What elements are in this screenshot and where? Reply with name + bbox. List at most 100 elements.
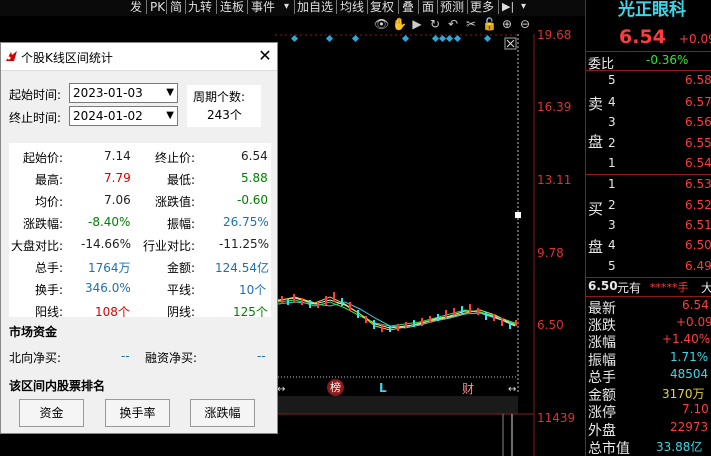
menu-item-fa[interactable]: 发 <box>130 0 142 14</box>
order-tail: 大 <box>701 281 711 295</box>
stat-key: 换手: <box>35 283 64 297</box>
menu-item-add-watchlist[interactable]: 加自选 <box>297 0 333 14</box>
buy-label: 买 <box>588 200 604 218</box>
current-price: 6.54 <box>619 26 666 48</box>
lock-icon[interactable]: 🔓 <box>482 17 497 31</box>
menu-item-jiuzhuan[interactable]: 九转 <box>188 0 212 14</box>
menu-item-pk[interactable]: PK <box>150 0 165 14</box>
stat-key: 行业对比: <box>143 239 196 253</box>
stat-label: 总市值 <box>588 441 630 456</box>
menu-separator <box>336 0 337 14</box>
menu-item-face[interactable]: 面 <box>422 0 434 14</box>
menu-separator <box>146 0 147 14</box>
stat-key: 阴线: <box>167 305 196 319</box>
north-value: -- <box>121 349 130 363</box>
order-stars: *****手 <box>650 281 689 294</box>
dialog-title-bar[interactable]: 个股K线区间统计 ✕ <box>1 43 277 71</box>
divider <box>586 70 711 71</box>
buy-price[interactable]: 6.50 <box>685 238 711 252</box>
kline-chart[interactable]: 19.68 16.39 13.11 9.78 6.50 11439 榜 L 财 … <box>275 28 585 456</box>
price-label: 19.68 <box>537 28 572 42</box>
stat-key: 大盘对比: <box>11 239 64 253</box>
stat-value: 5.88 <box>241 171 268 185</box>
buy-price[interactable]: 6.49 <box>685 259 711 273</box>
price-label: 13.11 <box>537 173 572 187</box>
stat-value: -14.66% <box>81 237 132 251</box>
stat-value: 6.54 <box>241 149 268 163</box>
menu-item-overlay[interactable]: 叠 <box>402 0 414 14</box>
marker-bang[interactable]: 榜 <box>327 379 344 396</box>
undo-icon[interactable]: ↶ <box>446 17 460 31</box>
stat-value: 26.75% <box>223 215 269 229</box>
marker-cai[interactable]: 财 <box>462 380 474 397</box>
buy-price[interactable]: 6.51 <box>685 218 711 232</box>
rank-by-turnover-button[interactable]: 换手率 <box>105 399 170 427</box>
stat-key: 最高: <box>35 173 64 187</box>
dropdown-arrow-icon[interactable]: ▾ <box>521 0 526 14</box>
stat-value: 1.71% <box>670 350 709 364</box>
start-date-value: 2023-01-03 <box>73 86 143 100</box>
menu-item-events[interactable]: 事件 <box>251 0 275 14</box>
top-menu-bar: 发 PK 简 九转 连板 事件 ▾ 加自选 均线 复权 叠 面 预测 更多 ▶|… <box>0 0 585 16</box>
close-icon[interactable]: ✕ <box>256 47 274 65</box>
zoom-in-icon[interactable]: ⊕ <box>500 17 514 31</box>
zoom-out-icon[interactable]: ⊖ <box>518 17 532 31</box>
scroll-right-icon[interactable]: ↔ <box>508 384 516 395</box>
start-date-select[interactable]: 2023-01-03 ▼ <box>69 83 178 103</box>
menu-item-jian[interactable]: 简 <box>170 0 182 14</box>
sell-price[interactable]: 6.58 <box>685 73 711 87</box>
stat-value: 6.54 <box>682 298 709 312</box>
stat-key: 阳线: <box>35 305 64 319</box>
buy-level: 3 <box>608 218 616 232</box>
buy-price[interactable]: 6.53 <box>685 177 711 191</box>
marker-l[interactable]: L <box>379 381 387 395</box>
market-funds-title: 市场资金 <box>9 325 58 339</box>
stat-key: 起始价: <box>23 151 64 165</box>
sell-price[interactable]: 6.54 <box>685 156 711 170</box>
end-date-select[interactable]: 2024-01-02 ▼ <box>69 106 178 126</box>
dropdown-arrow-icon[interactable]: ▾ <box>284 0 289 14</box>
divider <box>586 174 711 175</box>
divider <box>586 51 711 52</box>
sell-price[interactable]: 6.56 <box>685 115 711 129</box>
sell-price[interactable]: 6.57 <box>685 95 711 109</box>
margin-value: -- <box>257 349 266 363</box>
buy-level: 4 <box>608 238 616 252</box>
hand-icon[interactable]: ✋ <box>392 17 407 31</box>
stat-key: 涨跌值: <box>155 195 196 209</box>
sell-price[interactable]: 6.55 <box>685 136 711 150</box>
stat-value: +0.09 <box>676 315 711 329</box>
end-time-label: 终止时间: <box>9 111 62 125</box>
stat-label: 外盘 <box>588 423 616 439</box>
stat-value: 48504 <box>670 367 709 381</box>
menu-item-fuquan[interactable]: 复权 <box>370 0 394 14</box>
event-marker <box>483 34 492 43</box>
menu-separator <box>185 0 186 14</box>
menu-item-lianban[interactable]: 连板 <box>220 0 244 14</box>
refresh-icon[interactable]: ↻ <box>428 17 442 31</box>
sell-level: 3 <box>608 115 616 129</box>
rank-by-change-button[interactable]: 涨跌幅 <box>190 399 255 427</box>
menu-separator <box>166 0 167 14</box>
scissors-icon[interactable]: ✂ <box>464 17 478 31</box>
menu-item-forecast[interactable]: 预测 <box>440 0 464 14</box>
event-marker <box>290 34 299 43</box>
divider <box>586 277 711 278</box>
eye-icon[interactable]: 👁 <box>374 17 389 31</box>
stock-name: 光正眼科 <box>618 0 686 20</box>
stat-value: 7.14 <box>104 149 131 163</box>
period-count-label: 周期个数: <box>193 90 246 104</box>
menu-item-more[interactable]: 更多 <box>470 0 494 14</box>
stat-key: 均价: <box>35 195 64 209</box>
menu-item-ma[interactable]: 均线 <box>340 0 364 14</box>
order-text: 元有 <box>617 281 642 295</box>
rank-by-funds-button[interactable]: 资金 <box>19 399 84 427</box>
buy-price[interactable]: 6.52 <box>685 198 711 212</box>
scroll-left-icon[interactable]: ↔ <box>277 384 285 395</box>
expand-right-icon[interactable]: ▶| <box>502 0 514 14</box>
buy-level: 1 <box>608 177 616 191</box>
divider <box>586 296 711 297</box>
play-icon[interactable]: ▶ <box>410 17 424 31</box>
menu-separator <box>294 0 295 14</box>
event-marker <box>445 34 454 43</box>
